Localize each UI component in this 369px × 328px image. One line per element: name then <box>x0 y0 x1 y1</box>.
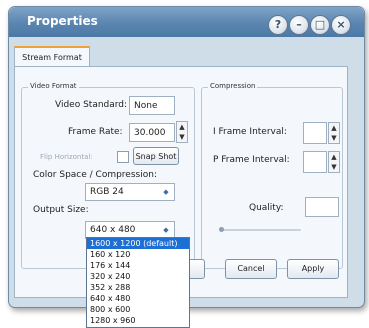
dropdown-option[interactable]: 1600 x 1200 (default) <box>87 238 189 249</box>
spin-down-icon[interactable]: ▼ <box>329 162 339 172</box>
p-frame-interval-label: P Frame Interval: <box>213 155 290 165</box>
frame-rate-label: Frame Rate: <box>68 127 123 137</box>
i-frame-stepper[interactable]: ▲ ▼ <box>328 122 340 144</box>
spin-up-icon[interactable]: ▲ <box>329 123 339 133</box>
help-icon[interactable]: ? <box>268 15 288 35</box>
video-standard-field[interactable]: None <box>129 96 175 115</box>
maximize-icon[interactable]: □ <box>310 15 330 35</box>
chevron-down-icon: ◆ <box>163 226 169 234</box>
frame-rate-stepper[interactable]: ▲ ▼ <box>176 121 188 143</box>
dropdown-option[interactable]: 352 x 288 <box>87 282 189 293</box>
title-bar[interactable]: Properties ? – □ × <box>9 7 364 37</box>
video-standard-label: Video Standard: <box>55 100 128 110</box>
frame-rate-field[interactable]: 30.000 <box>129 123 175 142</box>
snap-shot-button[interactable]: Snap Shot <box>133 147 179 165</box>
spin-down-icon[interactable]: ▼ <box>177 132 187 142</box>
dropdown-option[interactable]: 176 x 144 <box>87 260 189 271</box>
output-size-value: 640 x 480 <box>90 225 136 235</box>
dropdown-option[interactable]: 640 x 480 <box>87 293 189 304</box>
minimize-icon[interactable]: – <box>289 15 309 35</box>
spin-up-icon[interactable]: ▲ <box>329 152 339 162</box>
quality-label: Quality: <box>249 203 284 213</box>
compression-group: Compression <box>201 82 343 269</box>
close-icon[interactable]: × <box>331 15 351 35</box>
spin-up-icon[interactable]: ▲ <box>177 122 187 132</box>
quality-field[interactable] <box>305 197 339 217</box>
dropdown-option[interactable]: 1280 x 960 <box>87 315 189 326</box>
cancel-button[interactable]: Cancel <box>225 259 277 279</box>
dropdown-option[interactable]: 160 x 120 <box>87 249 189 260</box>
p-frame-stepper[interactable]: ▲ ▼ <box>328 151 340 173</box>
tab-stream-format[interactable]: Stream Format <box>14 46 90 68</box>
spin-down-icon[interactable]: ▼ <box>329 133 339 143</box>
dropdown-option[interactable]: 320 x 240 <box>87 271 189 282</box>
apply-button[interactable]: Apply <box>287 259 339 279</box>
quality-slider-track[interactable] <box>221 229 301 231</box>
chevron-down-icon: ◆ <box>163 188 169 196</box>
window-title: Properties <box>27 14 98 28</box>
video-format-group-label: Video Format <box>28 82 79 90</box>
compression-group-label: Compression <box>208 82 258 90</box>
output-size-dropdown-list[interactable]: 1600 x 1200 (default) 160 x 120 176 x 14… <box>86 237 190 328</box>
flip-horizontal-checkbox[interactable] <box>117 151 129 163</box>
output-size-label: Output Size: <box>33 205 89 215</box>
i-frame-interval-field[interactable] <box>303 122 327 144</box>
dropdown-option[interactable]: 800 x 600 <box>87 304 189 315</box>
color-space-value: RGB 24 <box>90 187 124 197</box>
flip-horizontal-label: Flip Horizontal: <box>40 153 93 161</box>
color-space-select[interactable]: RGB 24 ◆ <box>85 183 175 201</box>
i-frame-interval-label: I Frame Interval: <box>213 127 287 137</box>
p-frame-interval-field[interactable] <box>303 151 327 173</box>
color-space-label: Color Space / Compression: <box>33 170 157 180</box>
quality-slider-thumb[interactable] <box>219 227 224 232</box>
